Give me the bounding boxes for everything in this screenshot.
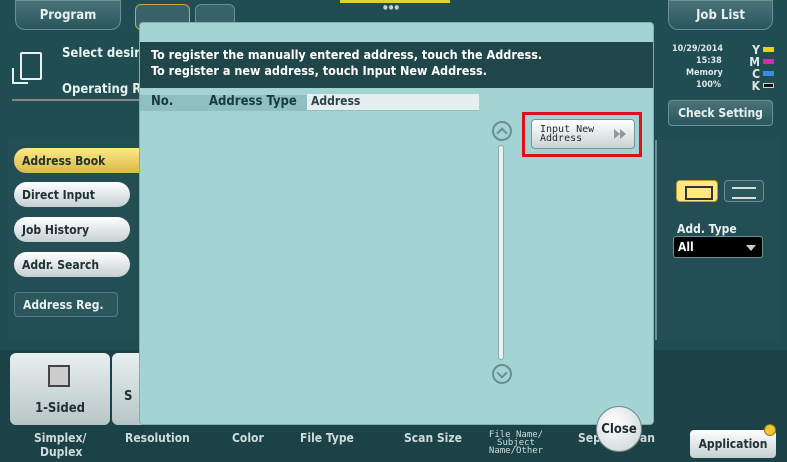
- register-address-dialog: To register the manually entered address…: [139, 22, 654, 425]
- sidebar-item-job-history[interactable]: Job History: [14, 217, 130, 242]
- sidebar-item-address-book[interactable]: Address Book: [14, 148, 140, 173]
- dialog-message-line1: To register the manually entered address…: [151, 47, 543, 62]
- add-type-select[interactable]: All: [673, 236, 763, 258]
- select-message: Select desire: [62, 46, 148, 61]
- add-type-label: Add. Type: [677, 222, 737, 236]
- sidebar-item-addr-search[interactable]: Addr. Search: [14, 252, 130, 277]
- toner-bar-icon: [763, 59, 774, 64]
- list-view-icon[interactable]: [724, 180, 764, 202]
- double-arrow-right-icon: [614, 129, 628, 139]
- toner-k: K: [751, 79, 774, 93]
- close-button[interactable]: Close: [596, 406, 642, 452]
- file-type-label[interactable]: File Type: [300, 431, 354, 445]
- input-new-address-label: Input New Address: [540, 124, 595, 144]
- toner-bar-icon: [763, 47, 774, 52]
- address-reg-button[interactable]: Address Reg.: [14, 292, 118, 317]
- application-button[interactable]: Application: [690, 430, 776, 458]
- divider: [12, 99, 144, 101]
- document-icon: [12, 52, 42, 84]
- scroll-up-icon[interactable]: [492, 121, 512, 141]
- toner-bar-icon: [763, 71, 774, 76]
- column-address-type: Address Type: [209, 94, 297, 109]
- job-list-tab[interactable]: Job List: [668, 0, 773, 30]
- one-sided-button[interactable]: 1-Sided: [10, 353, 110, 425]
- top-indicator: [340, 0, 450, 3]
- status-box: 10/29/2014 15:38 Memory 100% Y M C K: [666, 40, 778, 102]
- input-new-address-button[interactable]: Input New Address: [531, 119, 635, 149]
- screen: Program ●●● Job List Select desire Opera…: [0, 0, 787, 462]
- scan-label-tail[interactable]: an: [640, 431, 655, 445]
- simplex-label[interactable]: Simplex/: [34, 431, 86, 445]
- one-sided-icon: [48, 365, 70, 387]
- resolution-label[interactable]: Resolution: [125, 431, 190, 445]
- toner-bar-icon: [763, 83, 774, 88]
- check-setting-button[interactable]: Check Setting: [668, 100, 773, 126]
- program-tab[interactable]: Program: [15, 0, 121, 30]
- operating-message: Operating R: [62, 82, 142, 97]
- top-dots: ●●●: [383, 4, 401, 11]
- memory-label: Memory: [686, 68, 723, 78]
- scroll-down-icon[interactable]: [492, 364, 512, 384]
- one-sided-label: 1-Sided: [34, 401, 86, 416]
- file-name-label[interactable]: File Name/ Subject Name/Other: [484, 431, 548, 456]
- color-label[interactable]: Color: [232, 431, 264, 445]
- scrollbar[interactable]: [498, 145, 504, 360]
- dialog-message-line2: To register a new address, touch Input N…: [151, 63, 487, 78]
- duplex-label[interactable]: Duplex: [40, 445, 82, 459]
- status-time: 15:38: [696, 56, 722, 66]
- column-address: Address: [307, 94, 479, 110]
- grid-view-icon[interactable]: [676, 180, 718, 202]
- toner-letter: K: [751, 79, 760, 93]
- status-date: 10/29/2014: [672, 44, 723, 54]
- column-no: No.: [151, 94, 174, 109]
- application-indicator-icon: [764, 424, 776, 436]
- memory-value: 100%: [696, 80, 722, 90]
- sidebar-item-direct-input[interactable]: Direct Input: [14, 182, 130, 207]
- scan-size-label[interactable]: Scan Size: [404, 431, 462, 445]
